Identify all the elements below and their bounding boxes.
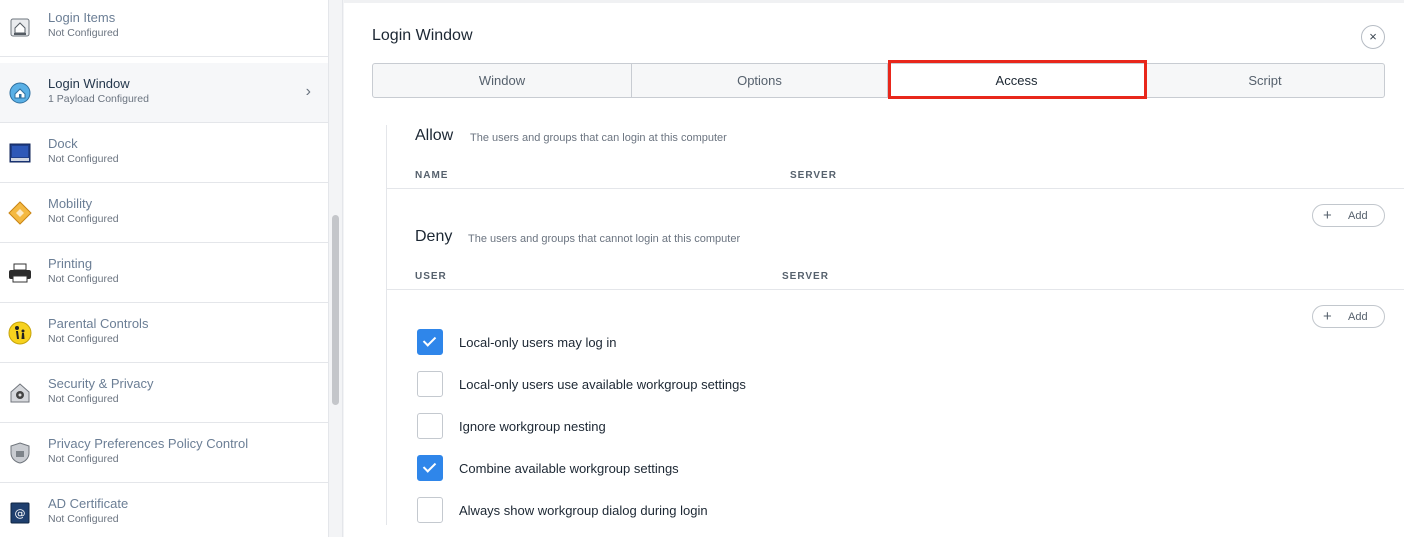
login-window-icon — [9, 82, 31, 103]
sidebar-item-security-privacy[interactable]: Security & Privacy Not Configured — [0, 363, 328, 423]
security-privacy-icon — [10, 382, 30, 402]
plus-icon: + — [1323, 207, 1332, 224]
sidebar-item-mobility[interactable]: Mobility Not Configured — [0, 183, 328, 243]
sidebar-item-title: Security & Privacy — [48, 376, 154, 391]
sidebar-item-title: Parental Controls — [48, 316, 149, 331]
checkbox-local-only-workgroup[interactable] — [417, 371, 443, 397]
plus-icon: + — [1323, 308, 1332, 325]
sidebar-item-printing[interactable]: Printing Not Configured — [0, 243, 328, 303]
sidebar-item-login-window[interactable]: Login Window 1 Payload Configured › — [0, 63, 328, 123]
sidebar-item-title: Login Window — [48, 76, 130, 91]
printer-icon — [9, 263, 31, 282]
sidebar-item-status: Not Configured — [48, 513, 119, 525]
deny-description: The users and groups that cannot login a… — [468, 233, 741, 245]
dock-icon — [9, 143, 31, 162]
option-label: Always show workgroup dialog during logi… — [459, 503, 708, 518]
allow-add-button[interactable]: + Add — [1312, 204, 1385, 227]
option-label: Local-only users use available workgroup… — [459, 377, 746, 392]
sidebar-item-status: Not Configured — [48, 273, 119, 285]
sidebar-item-title: Printing — [48, 256, 93, 271]
checkbox-ignore-nesting[interactable] — [417, 413, 443, 439]
allow-server-column: SERVER — [790, 170, 837, 181]
tab-window[interactable]: Window — [373, 64, 632, 97]
sidebar-item-title: AD Certificate — [48, 496, 129, 511]
checkmark-icon — [422, 333, 437, 347]
sidebar-item-status: Not Configured — [48, 393, 119, 405]
checkbox-always-show-dialog[interactable] — [417, 497, 443, 523]
deny-heading: Deny — [415, 228, 453, 245]
option-label: Combine available workgroup settings — [459, 461, 679, 476]
tab-script[interactable]: Script — [1146, 64, 1384, 97]
certificate-icon: @ — [10, 502, 30, 523]
add-button-label: Add — [1348, 311, 1368, 323]
allow-heading: Allow — [415, 127, 454, 144]
allow-name-column: NAME — [415, 170, 449, 181]
close-button[interactable]: × — [1361, 25, 1385, 49]
sidebar-item-parental-controls[interactable]: Parental Controls Not Configured — [0, 303, 328, 363]
checkmark-icon — [422, 459, 437, 473]
sidebar-item-privacy-preferences[interactable]: Privacy Preferences Policy Control Not C… — [0, 423, 328, 483]
tab-options[interactable]: Options — [632, 64, 888, 97]
checkbox-combine-workgroup[interactable] — [417, 455, 443, 481]
option-label: Local-only users may log in — [459, 335, 617, 350]
sidebar-item-status: Not Configured — [48, 213, 119, 225]
tab-bar: Window Options Access Script — [372, 63, 1385, 98]
add-button-label: Add — [1348, 210, 1368, 222]
sidebar-item-title: Privacy Preferences Policy Control — [48, 436, 249, 451]
payload-sidebar: Login Items Not Configured Login Window … — [0, 0, 329, 537]
sidebar-item-status: Not Configured — [48, 453, 119, 465]
sidebar-item-title: Mobility — [48, 196, 93, 211]
scrollbar-thumb[interactable] — [332, 215, 339, 405]
allow-description: The users and groups that can login at t… — [470, 132, 727, 144]
login-items-icon — [10, 18, 30, 36]
sidebar-item-status: Not Configured — [48, 333, 119, 345]
sidebar-scrollbar[interactable] — [329, 0, 343, 537]
chevron-right-icon: › — [305, 83, 311, 100]
sidebar-item-status: Not Configured — [48, 27, 119, 39]
svg-text:@: @ — [15, 507, 26, 520]
deny-server-column: SERVER — [782, 271, 829, 282]
sidebar-item-status: Not Configured — [48, 153, 119, 165]
option-label: Ignore workgroup nesting — [459, 419, 606, 434]
sidebar-item-title: Dock — [48, 136, 78, 151]
sidebar-item-ad-certificate[interactable]: @ AD Certificate Not Configured — [0, 483, 328, 537]
sidebar-item-title: Login Items — [48, 10, 116, 25]
page-title: Login Window — [372, 27, 473, 44]
sidebar-item-status: 1 Payload Configured — [48, 93, 149, 105]
sidebar-item-login-items[interactable]: Login Items Not Configured — [0, 0, 328, 57]
payload-panel: Login Window × Window Options Access Scr… — [344, 0, 1404, 537]
mobility-icon — [8, 200, 32, 225]
sidebar-item-dock[interactable]: Dock Not Configured — [0, 123, 328, 183]
checkbox-local-only-login[interactable] — [417, 329, 443, 355]
parental-controls-icon — [8, 321, 32, 344]
deny-add-button[interactable]: + Add — [1312, 305, 1385, 328]
privacy-shield-icon — [10, 441, 30, 464]
highlight-box — [888, 60, 1147, 99]
deny-user-column: USER — [415, 271, 447, 282]
